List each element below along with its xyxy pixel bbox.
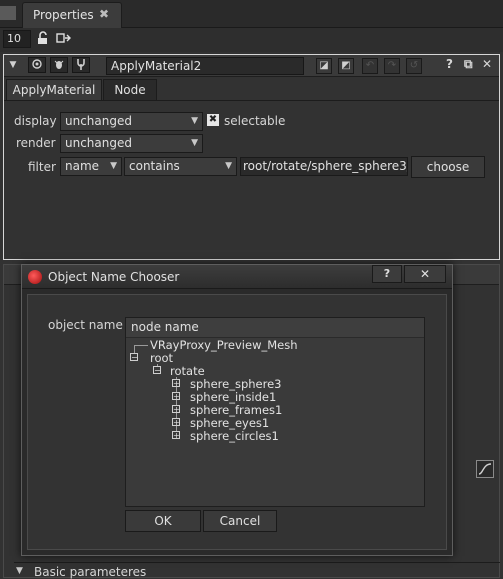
expand-icon[interactable]: +: [172, 379, 180, 388]
selectable-label: selectable: [224, 114, 286, 128]
view-node-icon[interactable]: [28, 57, 46, 73]
choose-button[interactable]: choose: [411, 156, 485, 178]
section-divider: [14, 562, 500, 563]
dialog-title: Object Name Chooser: [48, 270, 180, 284]
tab-properties-label: Properties: [33, 8, 94, 22]
app-logo-icon: [28, 270, 42, 284]
selectable-checkbox[interactable]: ✖: [207, 114, 219, 126]
float-window-icon[interactable]: ⧉: [464, 57, 473, 72]
chevron-down-icon: ▼: [191, 116, 198, 126]
render-dropdown[interactable]: unchanged ▼: [60, 134, 203, 153]
expand-icon[interactable]: +: [172, 418, 180, 427]
max-panels-input[interactable]: 10: [3, 30, 31, 48]
chevron-down-icon: ▼: [110, 161, 117, 171]
tab-properties[interactable]: Properties ✖: [22, 2, 122, 28]
float-panel-icon[interactable]: [56, 31, 72, 45]
collapse-icon[interactable]: −: [153, 366, 161, 375]
filter-mode-value: name: [65, 159, 100, 173]
color-swatch-icon[interactable]: ◪: [316, 58, 332, 74]
filter-label: filter: [28, 160, 56, 174]
redo-icon[interactable]: ↷: [384, 58, 400, 74]
ok-button[interactable]: OK: [125, 510, 201, 532]
dialog-help-button[interactable]: ?: [372, 265, 402, 283]
panel-tab-bar: Properties ✖: [0, 0, 503, 28]
basic-parameters-section[interactable]: Basic parameteres: [34, 565, 146, 579]
filter-op-value: contains: [129, 159, 180, 173]
color-swatch-2-icon[interactable]: ◩: [338, 58, 354, 74]
filter-mode-dropdown[interactable]: name ▼: [60, 157, 122, 176]
chevron-down-icon: ▼: [225, 161, 232, 171]
lock-icon[interactable]: [36, 31, 50, 45]
curve-editor-icon[interactable]: [476, 460, 494, 478]
bug-icon[interactable]: [50, 57, 68, 73]
tree-item-sphere-circles1[interactable]: sphere_circles1: [190, 430, 279, 443]
undo-icon[interactable]: ↶: [362, 58, 378, 74]
properties-toolbar: [0, 28, 503, 52]
collapse-arrow-icon[interactable]: ▼: [16, 566, 23, 576]
filter-path-input[interactable]: root/rotate/sphere_sphere3/: [240, 157, 408, 176]
help-icon[interactable]: ?: [446, 57, 453, 71]
tab-applymaterial[interactable]: ApplyMaterial: [6, 79, 102, 101]
panel-menu-grip[interactable]: [0, 6, 16, 20]
revert-icon[interactable]: ↺: [406, 58, 422, 74]
wrench-icon[interactable]: [72, 57, 90, 73]
expand-icon[interactable]: +: [172, 405, 180, 414]
tree-line: [134, 345, 148, 346]
object-name-label: object name: [48, 318, 123, 332]
filter-op-dropdown[interactable]: contains ▼: [124, 157, 237, 176]
tabs-divider: [4, 100, 499, 101]
display-dropdown[interactable]: unchanged ▼: [60, 112, 203, 131]
dialog-close-button[interactable]: ✕: [404, 265, 446, 283]
display-value: unchanged: [65, 114, 132, 128]
close-icon[interactable]: ✕: [482, 57, 492, 71]
collapse-arrow-icon[interactable]: ▼: [6, 58, 20, 74]
chevron-down-icon: ▼: [191, 138, 198, 148]
display-label: display: [14, 114, 57, 128]
node-name-field[interactable]: ApplyMaterial2: [106, 57, 304, 75]
tab-node[interactable]: Node: [103, 79, 157, 101]
collapse-icon[interactable]: −: [130, 353, 138, 362]
render-label: render: [16, 136, 56, 150]
expand-icon[interactable]: +: [172, 392, 180, 401]
render-value: unchanged: [65, 136, 132, 150]
expand-icon[interactable]: +: [172, 431, 180, 440]
tree-column-header[interactable]: node name: [126, 318, 424, 338]
cancel-button[interactable]: Cancel: [203, 510, 277, 532]
tab-close-icon[interactable]: ✖: [99, 7, 109, 21]
